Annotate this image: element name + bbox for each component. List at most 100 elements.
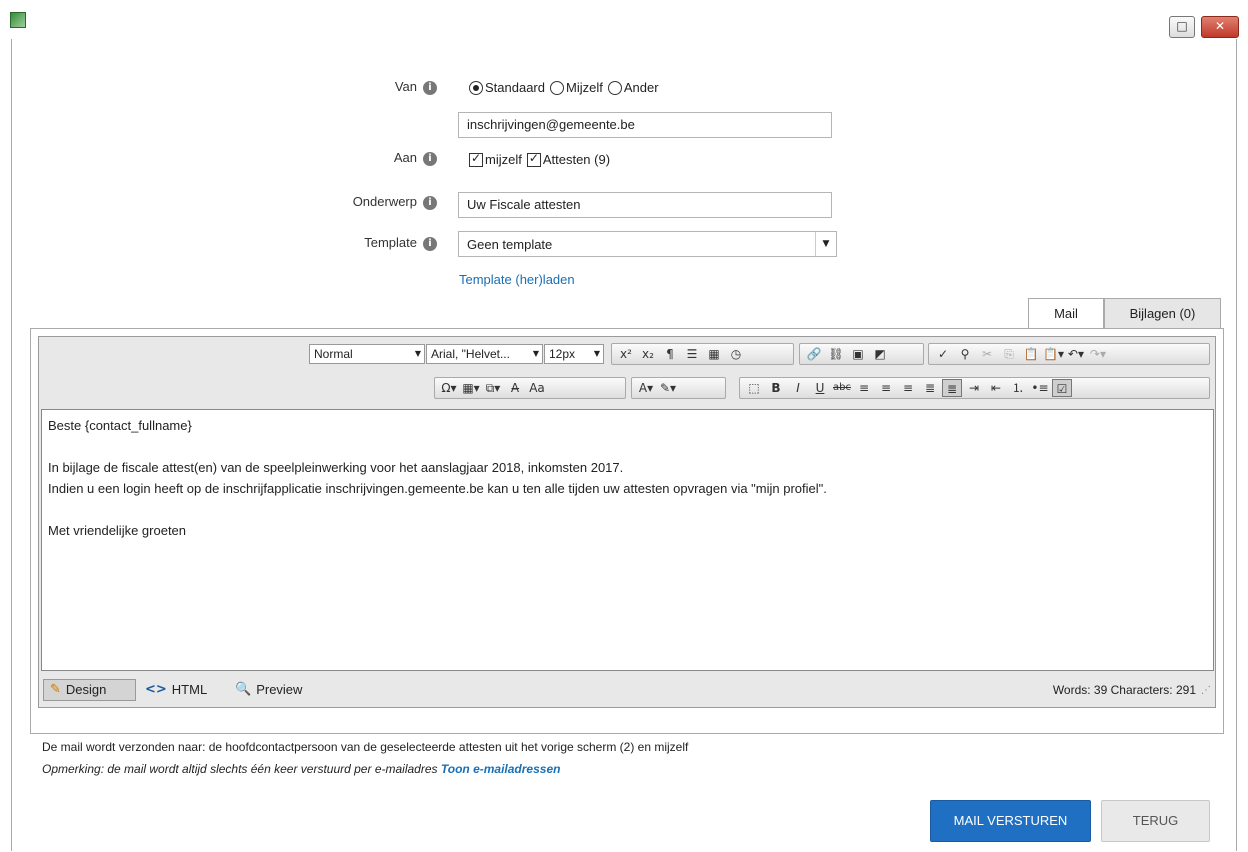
content-line: Indien u een login heeft op de inschrijf…	[48, 481, 827, 496]
redo-icon[interactable]: ↷▾	[1088, 345, 1108, 363]
align-left-icon[interactable]: ≡	[854, 379, 874, 397]
aan-label: Aan	[393, 150, 417, 165]
insert-link-icon[interactable]: 🔗	[804, 345, 824, 363]
radio-mijzelf[interactable]: Mijzelf	[550, 80, 603, 95]
insert-snippet-icon[interactable]: ⧉▾	[483, 379, 503, 397]
van-label-row: Van i	[330, 79, 437, 95]
checkbox-checked[interactable]	[526, 151, 541, 167]
van-label: Van	[394, 79, 417, 94]
van-radio-group: Standaard Mijzelf Ander	[469, 80, 664, 95]
show-emails-link[interactable]: Toon e-mailadressen	[441, 762, 561, 776]
cut-icon[interactable]: ✂	[977, 345, 997, 363]
convert-case-icon[interactable]: Aa	[527, 379, 547, 397]
toolbar-group-insert: x² x₂ ¶ ☰ ▦ ◷	[611, 343, 794, 365]
chevron-down-icon: ▼	[593, 349, 600, 358]
checkbox-attesten[interactable]: Attesten (9)	[526, 151, 610, 167]
onderwerp-label-row: Onderwerp i	[300, 194, 437, 210]
resize-grip-icon[interactable]: ⋰	[1201, 685, 1211, 696]
chevron-down-icon: ▼	[414, 349, 421, 358]
close-button[interactable]: ✕	[1201, 16, 1239, 38]
toolbar-group-colors: A▾ ✎▾	[631, 377, 726, 399]
underline-icon[interactable]: U	[810, 379, 830, 397]
indent-icon[interactable]: ⇥	[964, 379, 984, 397]
radio-button-selected[interactable]	[469, 80, 483, 95]
toolbar-group-formatting: ⬚ B I U abc ≡ ≡ ≡ ≣ ≣ ⇥ ⇤ ⒈ •≡ ☑	[739, 377, 1210, 399]
chevron-down-icon: ▼	[532, 349, 539, 358]
image-manager-icon[interactable]: ◩	[870, 345, 890, 363]
code-icon: <>	[145, 682, 167, 697]
content-line: Met vriendelijke groeten	[48, 523, 187, 538]
italic-icon[interactable]: I	[788, 379, 808, 397]
remark-note: Opmerking: de mail wordt altijd slechts …	[42, 762, 561, 776]
toolbar-row-1: Normal ▼ Arial, "Helvet... ▼ 12px ▼ x² x₂ ¶…	[39, 341, 1215, 367]
design-mode-button[interactable]: ✎ Design	[43, 679, 136, 701]
editor-content-area[interactable]: Beste {contact_fullname} In bijlage de f…	[41, 409, 1214, 671]
info-icon[interactable]: i	[423, 195, 437, 210]
format-stripper-icon[interactable]: A̶	[505, 379, 525, 397]
template-label: Template	[364, 235, 417, 250]
html-mode-button[interactable]: <> HTML	[139, 679, 213, 701]
toggle-borders-icon[interactable]: ☑	[1052, 379, 1072, 397]
aan-checkbox-group: mijzelf Attesten (9)	[469, 151, 615, 167]
copy-icon[interactable]: ⎘	[999, 345, 1019, 363]
toolbar-group-insert-2: Ω▾ ▦▾ ⧉▾ A̶ Aa	[434, 377, 626, 399]
select-all-icon[interactable]: ⬚	[744, 379, 764, 397]
spellcheck-icon[interactable]: ✓	[933, 345, 953, 363]
content-line: Beste {contact_fullname}	[48, 418, 192, 433]
template-select[interactable]: Geen template ▼	[458, 231, 837, 257]
paste-options-icon[interactable]: 📋▾	[1043, 345, 1064, 363]
insert-image-icon[interactable]: ▣	[848, 345, 868, 363]
tab-mail[interactable]: Mail	[1028, 298, 1104, 329]
radio-standaard[interactable]: Standaard	[469, 80, 545, 95]
magnifier-icon: 🔍	[235, 682, 252, 697]
justify-icon[interactable]: ≣	[920, 379, 940, 397]
template-reload-link[interactable]: Template (her)laden	[459, 272, 575, 287]
format-select[interactable]: Normal ▼	[309, 344, 425, 364]
toolbar-row-2: Ω▾ ▦▾ ⧉▾ A̶ Aa A▾ ✎▾ ⬚ B I U abc ≡ ≡ ≡ ≣…	[39, 375, 1215, 401]
bullet-list-icon[interactable]: •≡	[1030, 379, 1050, 397]
undo-icon[interactable]: ↶▾	[1066, 345, 1086, 363]
info-icon[interactable]: i	[423, 236, 437, 251]
remove-link-icon[interactable]: ⛓	[826, 345, 846, 363]
special-character-icon[interactable]: Ω▾	[439, 379, 459, 397]
paragraph-icon[interactable]: ¶	[660, 345, 680, 363]
onderwerp-input[interactable]: Uw Fiscale attesten	[458, 192, 832, 218]
font-size-select[interactable]: 12px ▼	[544, 344, 604, 364]
align-right-icon[interactable]: ≡	[898, 379, 918, 397]
chevron-down-icon[interactable]: ▼	[815, 232, 836, 256]
preview-mode-button[interactable]: 🔍 Preview	[229, 679, 308, 701]
back-button[interactable]: TERUG	[1101, 800, 1210, 842]
checkbox-checked[interactable]	[469, 151, 483, 167]
info-icon[interactable]: i	[423, 151, 437, 166]
info-icon[interactable]: i	[423, 80, 437, 95]
radio-button[interactable]	[607, 80, 622, 95]
tab-bijlagen[interactable]: Bijlagen (0)	[1104, 298, 1221, 328]
find-icon[interactable]: ⚲	[955, 345, 975, 363]
horizontal-rule-icon[interactable]: ☰	[682, 345, 702, 363]
maximize-button[interactable]: □	[1169, 16, 1195, 38]
van-email-field[interactable]: inschrijvingen@gemeente.be	[458, 112, 832, 138]
aan-label-row: Aan i	[330, 150, 437, 166]
strikethrough-icon[interactable]: abc	[832, 379, 852, 397]
bold-icon[interactable]: B	[766, 379, 786, 397]
paste-icon[interactable]: 📋	[1021, 345, 1041, 363]
insert-date-icon[interactable]: ▦	[704, 345, 724, 363]
recipient-note: De mail wordt verzonden naar: de hoofdco…	[42, 740, 689, 754]
superscript-icon[interactable]: x²	[616, 345, 636, 363]
subscript-icon[interactable]: x₂	[638, 345, 658, 363]
justify-none-icon[interactable]: ≣	[942, 379, 962, 397]
highlight-color-icon[interactable]: ✎▾	[658, 379, 678, 397]
radio-ander[interactable]: Ander	[607, 80, 659, 95]
outdent-icon[interactable]: ⇤	[986, 379, 1006, 397]
insert-time-icon[interactable]: ◷	[726, 345, 746, 363]
checkbox-mijzelf[interactable]: mijzelf	[469, 151, 522, 167]
content-blank-line	[48, 436, 1207, 457]
send-mail-button[interactable]: MAIL VERSTUREN	[930, 800, 1091, 842]
radio-button[interactable]	[550, 80, 564, 95]
align-center-icon[interactable]: ≡	[876, 379, 896, 397]
font-select[interactable]: Arial, "Helvet... ▼	[426, 344, 543, 364]
numbered-list-icon[interactable]: ⒈	[1008, 379, 1028, 397]
insert-table-icon[interactable]: ▦▾	[461, 379, 481, 397]
toolbar-group-edit: ✓ ⚲ ✂ ⎘ 📋 📋▾ ↶▾ ↷▾	[928, 343, 1210, 365]
font-color-icon[interactable]: A▾	[636, 379, 656, 397]
